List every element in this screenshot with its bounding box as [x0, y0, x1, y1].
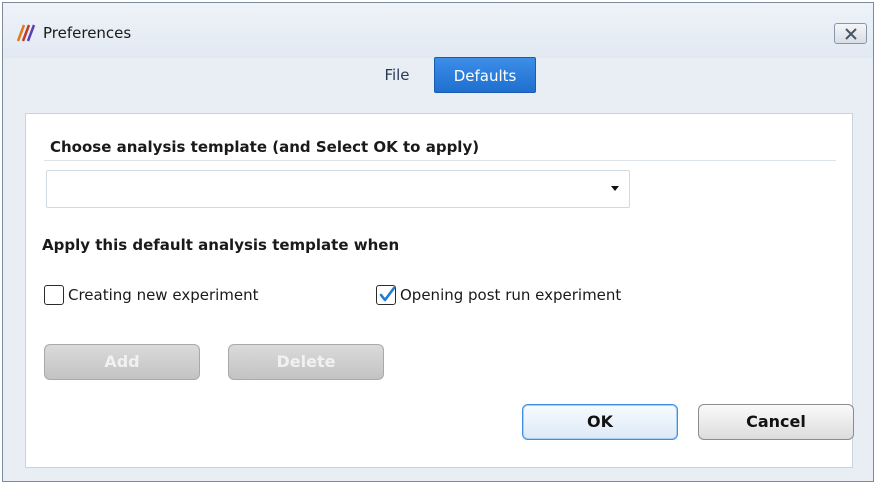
checkmark-icon [379, 286, 396, 302]
app-logo-icon [15, 23, 37, 43]
ok-button[interactable]: OK [522, 404, 678, 440]
delete-button[interactable]: Delete [228, 344, 384, 380]
close-button[interactable] [834, 23, 867, 44]
template-select[interactable] [46, 170, 630, 208]
cancel-button[interactable]: Cancel [698, 404, 854, 440]
defaults-panel: Choose analysis template (and Select OK … [25, 113, 854, 468]
chevron-down-icon[interactable] [611, 186, 619, 191]
window-title: Preferences [43, 24, 132, 42]
add-button[interactable]: Add [44, 344, 200, 380]
template-heading: Choose analysis template (and Select OK … [50, 138, 480, 156]
title-bar: Preferences [3, 3, 873, 58]
close-icon [845, 28, 857, 40]
checkbox-box[interactable] [376, 285, 396, 305]
checkbox-box[interactable] [44, 285, 64, 305]
tab-file[interactable]: File [367, 57, 427, 93]
tab-defaults[interactable]: Defaults [434, 57, 536, 93]
apply-heading: Apply this default analysis template whe… [42, 236, 400, 254]
divider [44, 160, 836, 161]
checkbox-opening-post-run-experiment[interactable]: Opening post run experiment [376, 284, 621, 306]
checkbox-label[interactable]: Creating new experiment [68, 286, 259, 304]
checkbox-creating-new-experiment[interactable]: Creating new experiment [44, 284, 259, 306]
preferences-window: Preferences File Defaults Choose analysi… [2, 2, 874, 482]
checkbox-label[interactable]: Opening post run experiment [400, 286, 621, 304]
